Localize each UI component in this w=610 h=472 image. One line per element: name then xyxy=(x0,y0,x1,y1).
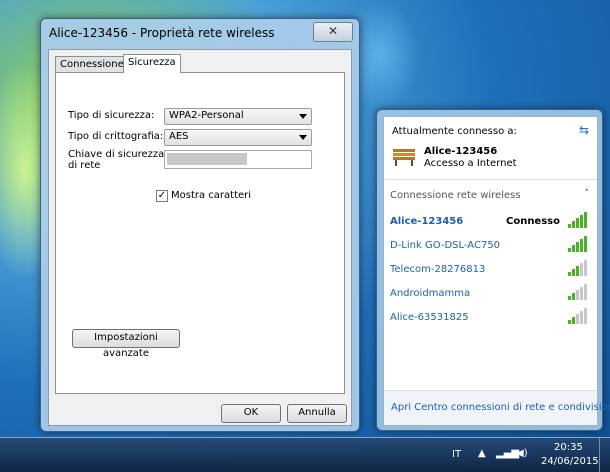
network-status: Connesso xyxy=(505,216,560,227)
connected-heading: Attualmente connesso a: xyxy=(392,126,517,137)
signal-bars-icon xyxy=(568,284,588,300)
network-name: D-Link GO-DSL-AC750 xyxy=(390,240,501,251)
encryption-type-select[interactable]: AES xyxy=(164,129,312,146)
wireless-section-title[interactable]: Connessione rete wireless xyxy=(390,190,521,201)
signal-bar xyxy=(572,221,575,228)
clock-date[interactable]: 24/06/2015 xyxy=(541,456,599,467)
security-key-label-line2: di rete xyxy=(68,160,101,171)
signal-bar xyxy=(580,311,583,324)
tab-sicurezza[interactable]: Sicurezza xyxy=(123,54,181,73)
signal-bar xyxy=(572,293,575,300)
network-center-link[interactable]: Apri Centro connessioni di rete e condiv… xyxy=(391,402,610,413)
flyout-footer: Apri Centro connessioni di rete e condiv… xyxy=(384,390,610,425)
signal-bar xyxy=(584,212,587,228)
masked-key xyxy=(167,153,247,165)
taskbar: IT ▲ ▂▄▆ ◀) 20:35 24/06/2015 xyxy=(0,437,610,472)
wireless-properties-dialog: Alice-123456 - Proprietà rete wireless ✕… xyxy=(40,18,360,432)
network-item[interactable]: D-Link GO-DSL-AC750 xyxy=(390,236,590,258)
network-bench-icon xyxy=(393,149,415,166)
dialog-client-area: Connessione Sicurezza Tipo di sicurezza:… xyxy=(48,49,352,426)
signal-bar xyxy=(584,308,587,324)
signal-bar xyxy=(572,245,575,252)
close-button[interactable]: ✕ xyxy=(313,22,353,42)
security-tab-panel: Tipo di sicurezza: WPA2-Personal Tipo di… xyxy=(55,72,345,394)
signal-bar xyxy=(576,218,579,228)
refresh-icon[interactable]: ⇆ xyxy=(577,123,591,137)
language-indicator[interactable]: IT xyxy=(452,449,461,460)
signal-bar xyxy=(576,314,579,324)
signal-bar xyxy=(568,320,571,324)
network-item[interactable]: Alice-123456 Connesso xyxy=(390,212,590,234)
security-type-value: WPA2-Personal xyxy=(169,110,244,121)
volume-icon[interactable]: ◀) xyxy=(516,448,528,459)
chevron-down-icon xyxy=(299,135,307,140)
divider xyxy=(384,179,597,180)
signal-bar xyxy=(572,317,575,324)
network-flyout-panel: Attualmente connesso a: ⇆ Alice-123456 A… xyxy=(383,116,610,426)
signal-bar xyxy=(580,239,583,252)
signal-bar xyxy=(580,287,583,300)
signal-bar xyxy=(572,269,575,276)
show-characters-checkbox[interactable]: ✓ xyxy=(156,190,168,202)
cancel-button[interactable]: Annulla xyxy=(287,404,347,423)
encryption-type-label: Tipo di crittografia: xyxy=(68,131,164,142)
chevron-up-icon[interactable]: ˄ xyxy=(585,189,590,199)
current-network-status: Accesso a Internet xyxy=(424,158,517,169)
signal-bar xyxy=(580,215,583,228)
advanced-settings-button[interactable]: Impostazioni avanzate xyxy=(72,329,180,359)
signal-bar xyxy=(568,296,571,300)
ok-button[interactable]: OK xyxy=(221,404,281,423)
signal-bar xyxy=(584,260,587,276)
signal-bar xyxy=(576,290,579,300)
security-type-select[interactable]: WPA2-Personal xyxy=(164,108,312,125)
show-hidden-icons-icon[interactable]: ▲ xyxy=(478,448,486,459)
network-item[interactable]: Telecom-28276813 xyxy=(390,260,590,282)
network-name: Androidmamma xyxy=(390,288,471,299)
dialog-title: Alice-123456 - Proprietà rete wireless xyxy=(49,26,275,40)
signal-bar xyxy=(568,248,571,252)
network-item[interactable]: Alice-63531825 xyxy=(390,308,590,330)
security-type-label: Tipo di sicurezza: xyxy=(68,110,155,121)
signal-bars-icon xyxy=(568,260,588,276)
encryption-type-value: AES xyxy=(169,131,189,142)
signal-bars-icon xyxy=(568,236,588,252)
network-name: Alice-63531825 xyxy=(390,312,469,323)
security-key-label-line1: Chiave di sicurezza xyxy=(68,149,165,160)
signal-bar xyxy=(576,242,579,252)
signal-bar xyxy=(568,272,571,276)
current-network-name: Alice-123456 xyxy=(424,146,498,157)
network-name: Alice-123456 xyxy=(390,216,464,227)
signal-bar xyxy=(584,284,587,300)
signal-bar xyxy=(568,224,571,228)
current-connection: Attualmente connesso a: ⇆ Alice-123456 A… xyxy=(384,117,597,177)
security-key-field[interactable] xyxy=(164,150,312,169)
signal-bar xyxy=(580,263,583,276)
signal-bar xyxy=(576,266,579,276)
clock-time[interactable]: 20:35 xyxy=(554,442,583,453)
signal-bars-icon xyxy=(568,212,588,228)
signal-bar xyxy=(584,236,587,252)
chevron-down-icon xyxy=(299,114,307,119)
tab-connessione[interactable]: Connessione xyxy=(55,56,129,73)
network-name: Telecom-28276813 xyxy=(390,264,486,275)
show-characters-label: Mostra caratteri xyxy=(171,190,252,201)
network-flyout: Attualmente connesso a: ⇆ Alice-123456 A… xyxy=(376,109,610,431)
show-desktop-button[interactable] xyxy=(599,438,610,472)
network-item[interactable]: Androidmamma xyxy=(390,284,590,306)
signal-bars-icon xyxy=(568,308,588,324)
